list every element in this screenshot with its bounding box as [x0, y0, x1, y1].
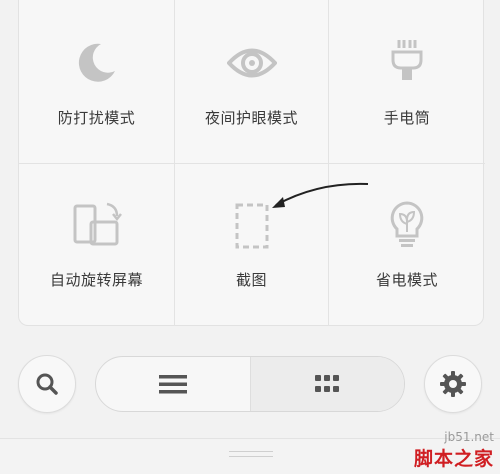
grid-icon	[315, 375, 340, 392]
tile-label: 截图	[235, 271, 267, 289]
search-icon	[36, 373, 58, 395]
gear-icon	[440, 371, 466, 397]
tile-night-mode[interactable]: 夜间护眼模式	[175, 0, 328, 163]
rotate-screen-icon	[73, 202, 122, 246]
watermark-name: 脚本之家	[413, 448, 494, 470]
tile-auto-rotate[interactable]: 自动旋转屏幕	[19, 164, 174, 326]
screenshot-icon	[235, 203, 268, 249]
tile-label: 自动旋转屏幕	[49, 271, 143, 289]
tile-label: 防打扰模式	[57, 109, 136, 127]
grid-view-button[interactable]	[249, 357, 404, 411]
drag-handle[interactable]	[229, 451, 273, 457]
search-button[interactable]	[18, 355, 76, 413]
tile-label: 手电筒	[383, 109, 431, 127]
quick-settings-panel: 防打扰模式 夜间护眼模式 手电筒 自动旋转屏幕 截图 省电模式	[18, 0, 485, 326]
tile-do-not-disturb[interactable]: 防打扰模式	[19, 0, 174, 163]
list-view-button[interactable]	[96, 357, 250, 411]
tile-flashlight[interactable]: 手电筒	[329, 0, 485, 163]
annotation-arrow	[272, 182, 369, 208]
view-toggle	[95, 356, 405, 412]
watermark-site: jb51.net	[444, 430, 494, 444]
eye-icon	[226, 48, 277, 78]
list-icon	[158, 375, 187, 394]
tile-label: 省电模式	[375, 271, 438, 289]
moon-icon	[78, 43, 115, 82]
lightbulb-icon	[390, 201, 424, 247]
settings-button[interactable]	[424, 355, 482, 413]
tile-label: 夜间护眼模式	[204, 109, 298, 127]
flashlight-icon	[391, 40, 423, 80]
watermark: jb51.net 脚本之家	[414, 430, 494, 471]
